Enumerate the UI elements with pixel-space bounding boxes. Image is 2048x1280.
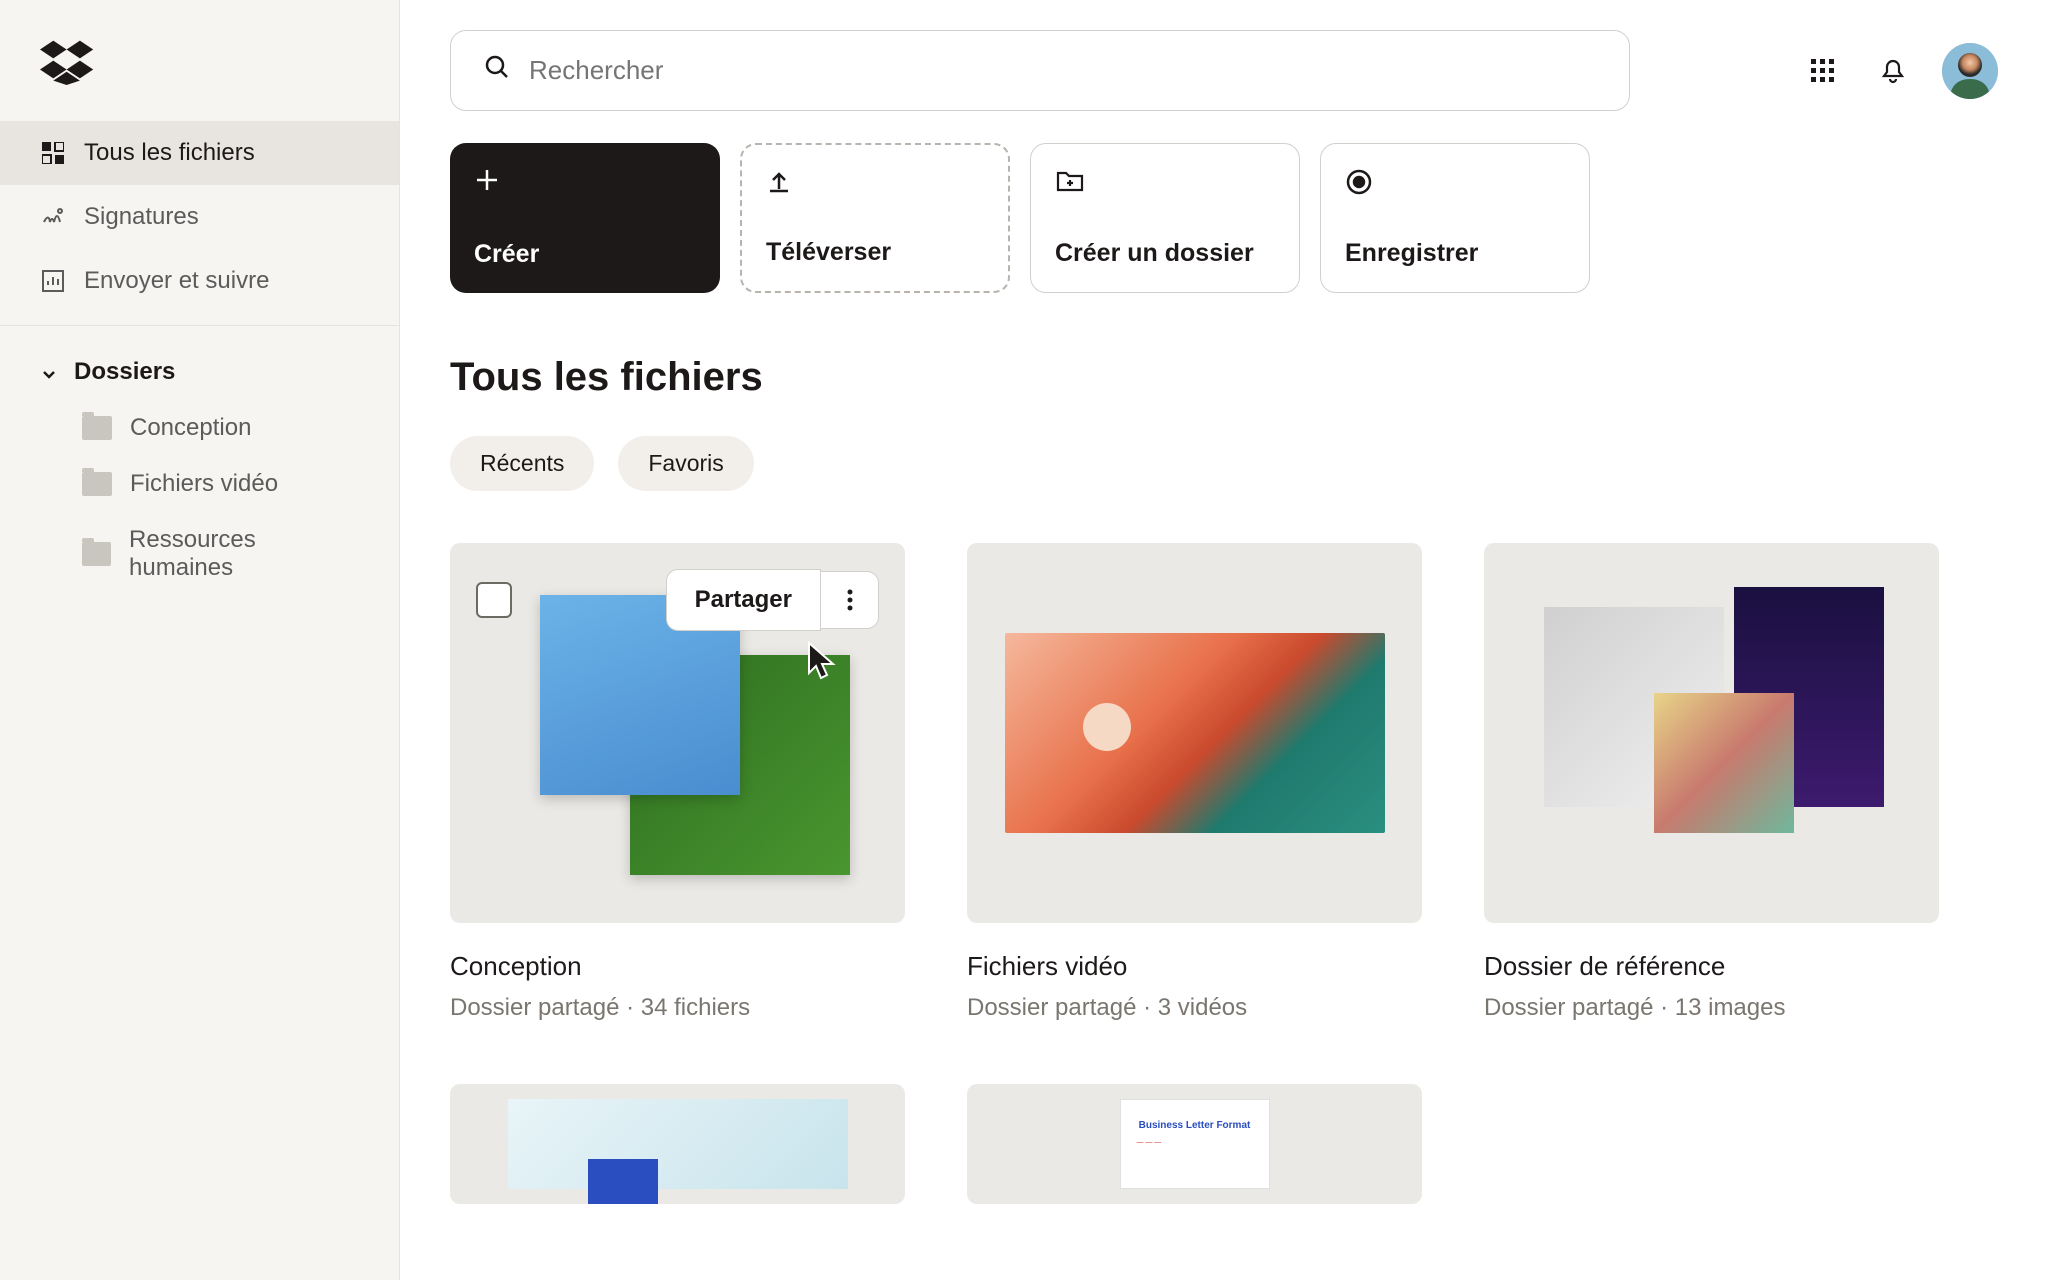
card-meta: Dossier partagé · 34 fichiers bbox=[450, 994, 905, 1022]
notifications-button[interactable] bbox=[1872, 50, 1914, 92]
nav-send-track[interactable]: Envoyer et suivre bbox=[0, 249, 399, 313]
card-thumbnail bbox=[967, 543, 1422, 923]
folder-video-files[interactable]: Fichiers vidéo bbox=[0, 456, 399, 512]
share-button[interactable]: Partager bbox=[666, 569, 821, 631]
more-vertical-icon bbox=[847, 589, 853, 611]
nav-all-files[interactable]: Tous les fichiers bbox=[0, 121, 399, 185]
folder-icon bbox=[82, 542, 111, 566]
nav-label: Signatures bbox=[84, 203, 199, 231]
chip-favorites[interactable]: Favoris bbox=[618, 436, 753, 491]
bell-icon bbox=[1879, 57, 1907, 85]
nav-label: Envoyer et suivre bbox=[84, 267, 269, 295]
search-input[interactable] bbox=[529, 55, 1597, 86]
grid-icon bbox=[40, 140, 66, 166]
folder-human-resources[interactable]: Ressources humaines bbox=[0, 512, 399, 596]
card-hover-controls: Partager bbox=[476, 569, 879, 631]
folder-plus-icon bbox=[1055, 168, 1275, 200]
folder-label: Conception bbox=[130, 414, 251, 442]
card-video-files[interactable]: Fichiers vidéo Dossier partagé · 3 vidéo… bbox=[967, 543, 1422, 1022]
action-label: Téléverser bbox=[766, 238, 984, 267]
thumbnail-graphic bbox=[1484, 543, 1939, 923]
card-thumbnail bbox=[450, 1084, 905, 1204]
card-meta: Dossier partagé · 13 images bbox=[1484, 994, 1939, 1022]
folder-icon bbox=[82, 416, 112, 440]
record-icon bbox=[1345, 168, 1565, 200]
upload-button[interactable]: Téléverser bbox=[740, 143, 1010, 293]
card-title: Fichiers vidéo bbox=[967, 951, 1422, 982]
page-title: Tous les fichiers bbox=[450, 355, 1998, 400]
folder-label: Ressources humaines bbox=[129, 526, 359, 582]
action-row: Créer Téléverser Créer un dossier Enregi… bbox=[450, 143, 1998, 293]
card-meta: Dossier partagé · 3 vidéos bbox=[967, 994, 1422, 1022]
chart-icon bbox=[40, 268, 66, 294]
card-reference-folder[interactable]: Dossier de référence Dossier partagé · 1… bbox=[1484, 543, 1939, 1022]
user-avatar[interactable] bbox=[1942, 43, 1998, 99]
folders-toggle[interactable]: Dossiers bbox=[0, 344, 399, 400]
search-box[interactable] bbox=[450, 30, 1630, 111]
thumbnail-graphic bbox=[508, 1099, 848, 1189]
nav-label: Tous les fichiers bbox=[84, 139, 255, 167]
action-label: Créer bbox=[474, 240, 696, 269]
chip-recent[interactable]: Récents bbox=[450, 436, 594, 491]
top-bar bbox=[450, 30, 1998, 111]
more-options-button[interactable] bbox=[821, 571, 879, 629]
record-button[interactable]: Enregistrer bbox=[1320, 143, 1590, 293]
apps-grid-icon bbox=[1809, 57, 1837, 85]
doc-heading: Business Letter Format bbox=[1137, 1120, 1253, 1131]
card-thumbnail bbox=[1484, 543, 1939, 923]
upload-icon bbox=[766, 169, 984, 201]
plus-icon bbox=[474, 167, 696, 199]
card-conception[interactable]: Partager Conception Dossier partagé · 34… bbox=[450, 543, 905, 1022]
card-title: Conception bbox=[450, 951, 905, 982]
create-button[interactable]: Créer bbox=[450, 143, 720, 293]
search-icon bbox=[483, 53, 511, 88]
thumbnail-graphic bbox=[1005, 633, 1385, 833]
filter-chips: Récents Favoris bbox=[450, 436, 1998, 491]
action-label: Enregistrer bbox=[1345, 239, 1565, 268]
folders-header-label: Dossiers bbox=[74, 358, 175, 386]
sidebar: Tous les fichiers Signatures Envoyer et … bbox=[0, 0, 400, 1280]
main-content: Créer Téléverser Créer un dossier Enregi… bbox=[400, 0, 2048, 1280]
folder-icon bbox=[82, 472, 112, 496]
card-title: Dossier de référence bbox=[1484, 951, 1939, 982]
folder-conception[interactable]: Conception bbox=[0, 400, 399, 456]
dropbox-logo[interactable] bbox=[0, 0, 399, 121]
folder-label: Fichiers vidéo bbox=[130, 470, 278, 498]
select-checkbox[interactable] bbox=[476, 582, 512, 618]
divider bbox=[0, 325, 399, 326]
primary-nav: Tous les fichiers Signatures Envoyer et … bbox=[0, 121, 399, 313]
card-thumbnail: Business Letter Format — — — bbox=[967, 1084, 1422, 1204]
apps-button[interactable] bbox=[1802, 50, 1844, 92]
files-grid: Partager Conception Dossier partagé · 34… bbox=[450, 543, 1998, 1204]
signature-icon bbox=[40, 204, 66, 230]
card-thumbnail: Partager bbox=[450, 543, 905, 923]
card-row2-a[interactable] bbox=[450, 1084, 905, 1204]
action-label: Créer un dossier bbox=[1055, 239, 1275, 268]
chevron-down-icon bbox=[40, 362, 60, 382]
top-icons bbox=[1802, 43, 1998, 99]
create-folder-button[interactable]: Créer un dossier bbox=[1030, 143, 1300, 293]
nav-signatures[interactable]: Signatures bbox=[0, 185, 399, 249]
document-preview: Business Letter Format — — — bbox=[1120, 1099, 1270, 1189]
card-row2-b[interactable]: Business Letter Format — — — bbox=[967, 1084, 1422, 1204]
